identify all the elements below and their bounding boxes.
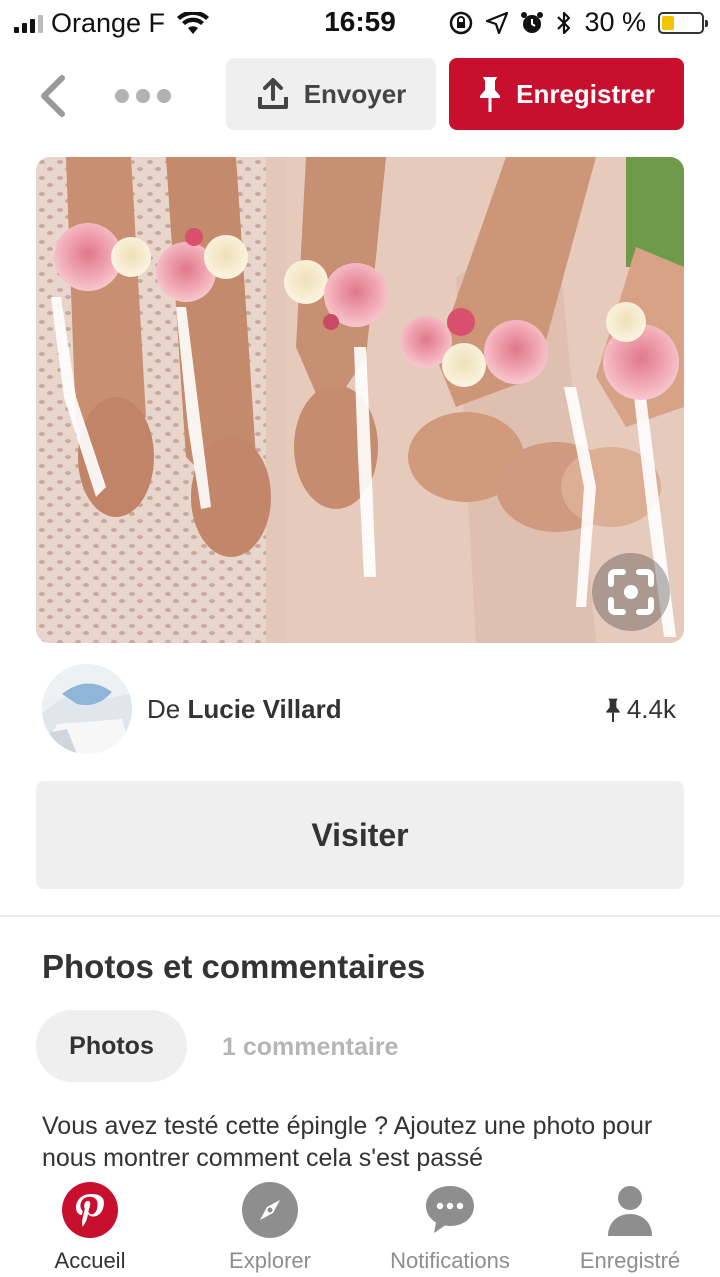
save-pin-button[interactable]: Enregistrer — [449, 58, 684, 130]
pinterest-logo-icon — [62, 1182, 118, 1238]
author-name[interactable]: Lucie Villard — [187, 694, 341, 724]
send-button[interactable]: Envoyer — [226, 58, 436, 130]
nav-explore-label: Explorer — [229, 1248, 311, 1273]
author-attribution[interactable]: De Lucie Villard — [147, 694, 342, 725]
chevron-left-icon — [41, 75, 65, 117]
more-dots-icon — [115, 89, 129, 103]
location-arrow-icon — [486, 11, 509, 34]
nav-saved-label: Enregistré — [579, 1248, 681, 1273]
more-options-button[interactable] — [110, 78, 176, 114]
visit-button-label: Visiter — [311, 816, 409, 853]
add-photo-prompt: Vous avez testé cette épingle ? Ajoutez … — [42, 1112, 653, 1172]
status-bar: Orange F 16:59 30 % — [0, 0, 720, 48]
visual-search-icon — [608, 569, 654, 615]
visit-button[interactable]: Visiter — [36, 781, 684, 889]
nav-notifications[interactable]: Notifications — [360, 1182, 540, 1274]
battery-percentage: 30 % — [584, 7, 646, 37]
section-title: Photos et commentaires — [42, 948, 426, 985]
nav-notifications-label: Notifications — [390, 1248, 510, 1273]
section-divider — [0, 915, 720, 917]
signal-strength-icon — [14, 14, 43, 33]
save-button-label: Enregistrer — [516, 78, 655, 109]
avatar-image — [42, 664, 132, 754]
battery-icon — [658, 11, 708, 34]
nav-home-label: Accueil — [54, 1248, 126, 1273]
carrier-name: Orange F — [51, 8, 166, 38]
nav-home[interactable]: Accueil — [0, 1182, 180, 1274]
tab-photos[interactable]: Photos — [36, 1010, 187, 1082]
speech-bubble-icon — [422, 1182, 478, 1238]
save-count-value: 4.4k — [626, 694, 676, 724]
wifi-icon — [177, 11, 210, 34]
back-button[interactable] — [30, 68, 76, 124]
screen-lock-icon — [450, 11, 473, 34]
pushpin-icon — [480, 77, 501, 112]
bluetooth-icon — [557, 11, 571, 34]
visual-search-button[interactable] — [592, 553, 670, 631]
bottom-navigation: Accueil Explorer Notifications Enregistr… — [0, 1172, 720, 1277]
tab-comments[interactable]: 1 commentaire — [222, 1033, 398, 1062]
pushpin-icon — [606, 698, 620, 722]
profile-icon — [602, 1182, 658, 1238]
nav-saved[interactable]: Enregistré — [540, 1182, 720, 1274]
send-button-label: Envoyer — [303, 78, 407, 109]
author-prefix: De — [147, 694, 181, 724]
author-avatar[interactable] — [42, 664, 132, 754]
pin-photo[interactable] — [36, 157, 684, 643]
alarm-icon — [521, 11, 544, 33]
compass-icon — [242, 1182, 298, 1238]
bridesmaid-wrist-corsages-photo — [36, 157, 684, 643]
nav-explore[interactable]: Explorer — [180, 1182, 360, 1274]
save-count: 4.4k — [605, 694, 676, 725]
share-upload-icon — [257, 78, 288, 109]
